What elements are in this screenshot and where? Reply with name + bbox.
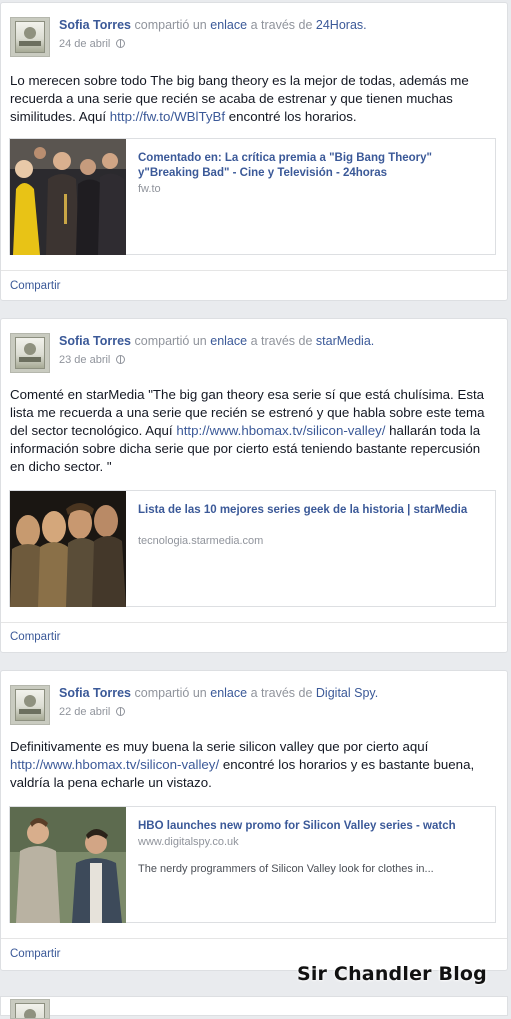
source-link[interactable]: starMedia. xyxy=(316,334,374,348)
post-date[interactable]: 24 de abril xyxy=(59,38,126,50)
share-link[interactable]: Compartir xyxy=(10,631,60,643)
preview-description: The nerdy programmers of Silicon Valley … xyxy=(138,863,434,875)
preview-title[interactable]: Lista de las 10 mejores series geek de l… xyxy=(138,503,481,518)
header-via: a través de xyxy=(250,334,313,348)
date-text[interactable]: 23 de abril xyxy=(59,354,110,366)
source-link[interactable]: 24Horas. xyxy=(316,18,367,32)
header-verb: compartió un xyxy=(134,334,207,348)
feed-post: Sofia Torres compartió un enlace a travé… xyxy=(0,318,508,653)
avatar[interactable] xyxy=(10,685,50,725)
preview-domain: www.digitalspy.co.uk xyxy=(138,836,239,848)
post-header: Sofia Torres compartió un enlace a travé… xyxy=(59,18,367,32)
post-date[interactable]: 23 de abril xyxy=(59,354,126,366)
avatar[interactable] xyxy=(10,17,50,57)
link-preview-card[interactable]: Lista de las 10 mejores series geek de l… xyxy=(9,490,496,607)
link-preview-card[interactable]: HBO launches new promo for Silicon Valle… xyxy=(9,806,496,923)
post-text: Comenté en starMedia "The big gan theory… xyxy=(10,386,497,476)
post-link[interactable]: http://www.hbomax.tv/silicon-valley/ xyxy=(10,757,219,772)
preview-title[interactable]: HBO launches new promo for Silicon Valle… xyxy=(138,819,481,834)
preview-domain: tecnologia.starmedia.com xyxy=(138,535,264,547)
header-verb: compartió un xyxy=(134,686,207,700)
post-link[interactable]: http://fw.to/WBlTyBf xyxy=(110,109,225,124)
object-link[interactable]: enlace xyxy=(210,334,247,348)
header-verb: compartió un xyxy=(134,18,207,32)
object-link[interactable]: enlace xyxy=(210,686,247,700)
share-link[interactable]: Compartir xyxy=(10,280,60,292)
header-via: a través de xyxy=(250,686,313,700)
post-link[interactable]: http://www.hbomax.tv/silicon-valley/ xyxy=(176,423,385,438)
share-link[interactable]: Compartir xyxy=(10,948,60,960)
preview-title[interactable]: Comentado en: La crítica premia a "Big B… xyxy=(138,151,481,181)
next-post xyxy=(0,996,508,1019)
post-divider xyxy=(1,938,507,939)
globe-icon[interactable] xyxy=(116,355,126,364)
globe-icon[interactable] xyxy=(116,707,126,716)
avatar[interactable] xyxy=(10,333,50,373)
watermark-text: Sir Chandler Blog xyxy=(296,963,487,985)
avatar[interactable] xyxy=(10,999,50,1019)
link-preview-card[interactable]: Comentado en: La crítica premia a "Big B… xyxy=(9,138,496,255)
feed-post: Sofia Torres compartió un enlace a travé… xyxy=(0,2,508,301)
post-header: Sofia Torres compartió un enlace a travé… xyxy=(59,334,374,348)
date-text[interactable]: 24 de abril xyxy=(59,38,110,50)
source-link[interactable]: Digital Spy. xyxy=(316,686,378,700)
date-text[interactable]: 22 de abril xyxy=(59,706,110,718)
post-header: Sofia Torres compartió un enlace a travé… xyxy=(59,686,378,700)
preview-domain: fw.to xyxy=(138,183,161,195)
preview-image[interactable] xyxy=(10,491,126,607)
post-text: Lo merecen sobre todo The big bang theor… xyxy=(10,72,497,126)
preview-image[interactable] xyxy=(10,807,126,923)
post-date[interactable]: 22 de abril xyxy=(59,706,126,718)
author-link[interactable]: Sofia Torres xyxy=(59,686,131,700)
author-link[interactable]: Sofia Torres xyxy=(59,18,131,32)
preview-image[interactable] xyxy=(10,139,126,255)
post-text-start: Definitivamente es muy buena la serie si… xyxy=(10,739,429,754)
post-divider xyxy=(1,270,507,271)
feed-post: Sofia Torres compartió un enlace a travé… xyxy=(0,670,508,971)
post-text: Definitivamente es muy buena la serie si… xyxy=(10,738,497,792)
header-via: a través de xyxy=(250,18,313,32)
globe-icon[interactable] xyxy=(116,39,126,48)
post-divider xyxy=(1,622,507,623)
object-link[interactable]: enlace xyxy=(210,18,247,32)
author-link[interactable]: Sofia Torres xyxy=(59,334,131,348)
post-text-end: encontré los horarios. xyxy=(225,109,357,124)
